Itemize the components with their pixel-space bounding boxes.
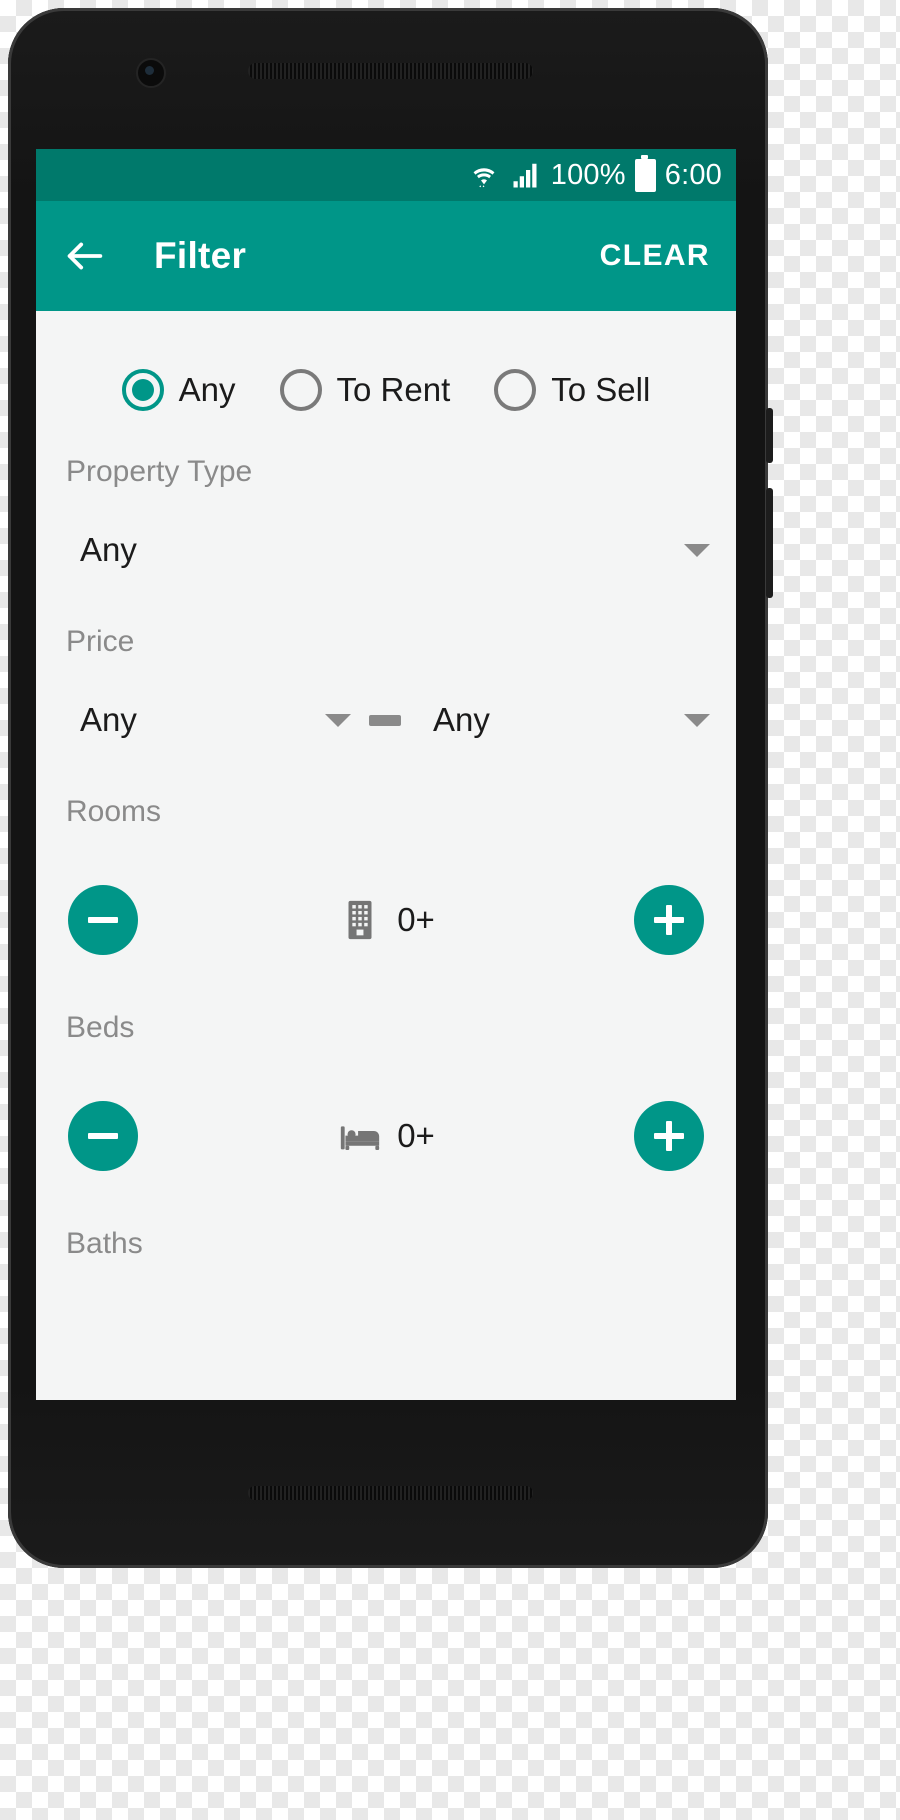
rooms-label: Rooms [66, 795, 162, 828]
price-min-dropdown[interactable]: Any [66, 701, 351, 739]
rooms-value-group: 0+ [337, 897, 435, 943]
phone-device: 100% 6:00 Filter CLEAR Any To Rent To Se… [8, 8, 773, 1568]
bottom-speaker [248, 1486, 533, 1500]
cellular-signal-icon [510, 160, 542, 190]
property-type-value: Any [80, 531, 137, 568]
beds-decrement-button[interactable] [68, 1101, 138, 1171]
listing-type-radio-group: Any To Rent To Sell [36, 311, 736, 455]
beds-stepper: 0+ [36, 1101, 736, 1171]
baths-label: Baths [66, 1227, 143, 1260]
clear-button[interactable]: CLEAR [600, 239, 710, 273]
radio-label-to-rent: To Rent [336, 371, 451, 408]
wifi-icon [467, 160, 501, 190]
rooms-increment-button[interactable] [634, 885, 704, 955]
radio-option-to-rent[interactable]: To Rent [279, 369, 451, 411]
radio-indicator-to-sell [494, 369, 537, 411]
price-max-dropdown[interactable]: Any [419, 701, 710, 739]
chevron-down-icon [684, 543, 710, 557]
volume-button[interactable] [766, 488, 773, 598]
back-arrow-icon[interactable] [62, 233, 108, 279]
rooms-decrement-button[interactable] [68, 885, 138, 955]
dash-icon [369, 714, 401, 726]
apartment-building-icon [337, 897, 383, 943]
radio-indicator-to-rent [279, 369, 322, 411]
earpiece-speaker [248, 63, 533, 79]
power-button[interactable] [766, 408, 773, 463]
radio-label-any: Any [178, 371, 236, 408]
beds-increment-button[interactable] [634, 1101, 704, 1171]
price-label: Price [66, 625, 135, 658]
clock-text: 6:00 [664, 158, 722, 191]
chevron-down-icon [325, 713, 351, 727]
rooms-stepper: 0+ [36, 885, 736, 955]
property-type-label: Property Type [66, 455, 253, 488]
price-row: Any Any [36, 701, 736, 739]
radio-indicator-any [121, 369, 164, 411]
battery-percent-text: 100% [550, 158, 626, 191]
beds-value: 0+ [397, 1117, 435, 1154]
property-type-row: Any [36, 531, 736, 569]
app-bar: Filter CLEAR [36, 201, 736, 311]
battery-full-icon [634, 154, 656, 192]
beds-value-group: 0+ [337, 1113, 435, 1159]
radio-label-to-sell: To Sell [551, 371, 651, 408]
radio-option-to-sell[interactable]: To Sell [494, 369, 650, 411]
property-type-dropdown[interactable]: Any [66, 531, 710, 569]
status-bar: 100% 6:00 [36, 149, 736, 201]
rooms-value: 0+ [397, 901, 435, 938]
phone-screen: 100% 6:00 Filter CLEAR Any To Rent To Se… [36, 149, 736, 1400]
price-max-value: Any [433, 701, 490, 738]
filter-content: Any To Rent To Sell Property Type Any Pr… [36, 311, 736, 1261]
radio-option-any[interactable]: Any [121, 369, 236, 411]
beds-label: Beds [66, 1011, 135, 1044]
bed-icon [337, 1113, 383, 1159]
front-camera [136, 58, 166, 88]
page-title: Filter [154, 235, 247, 276]
chevron-down-icon [684, 713, 710, 727]
price-min-value: Any [80, 701, 137, 738]
